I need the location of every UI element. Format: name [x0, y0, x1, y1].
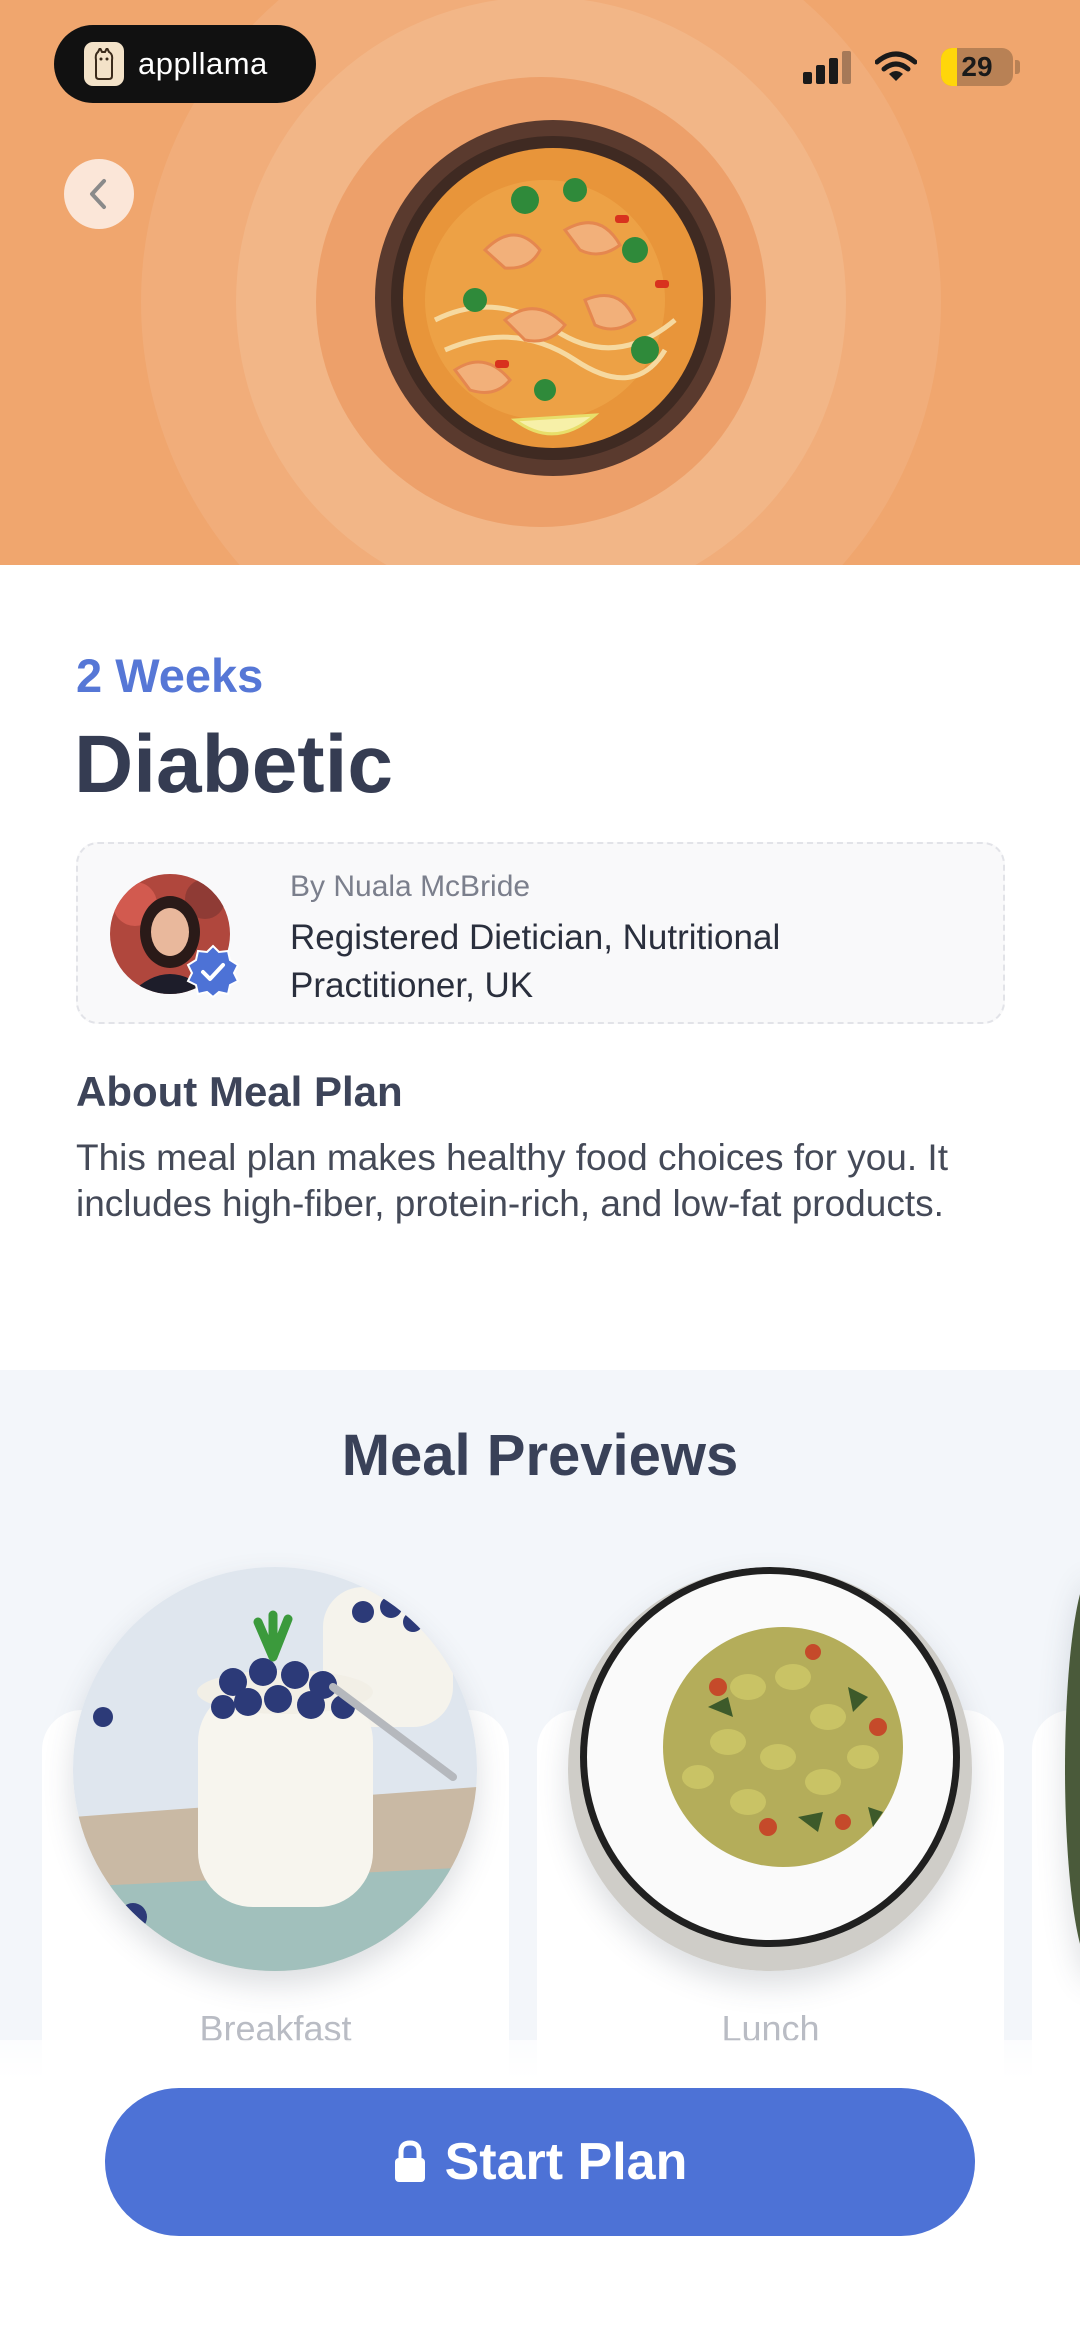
- author-card[interactable]: By Nuala McBride Registered Dietician, N…: [76, 842, 1005, 1024]
- brand-name: appllama: [138, 46, 268, 81]
- start-plan-button[interactable]: Start Plan: [105, 2088, 975, 2236]
- wifi-icon: [875, 51, 917, 81]
- plan-title: Diabetic: [74, 719, 393, 810]
- author-credentials: Registered Dietician, Nutritional Practi…: [290, 918, 781, 1005]
- battery-level: 29: [961, 51, 993, 82]
- verified-badge-icon: [186, 944, 240, 998]
- gnocchi-bowl-image: [568, 1567, 972, 1971]
- about-heading: About Meal Plan: [76, 1068, 403, 1115]
- shrimp-curry-bowl-image: [375, 120, 731, 476]
- hero-banner: appllama 29: [0, 0, 1080, 565]
- plan-duration: 2 Weeks: [76, 649, 264, 702]
- brand-badge: appllama: [54, 25, 316, 103]
- battery-indicator: 29: [941, 48, 1013, 86]
- chevron-left-icon: [90, 179, 106, 209]
- back-button[interactable]: [64, 159, 134, 229]
- battery-fill: [941, 48, 957, 86]
- author-name: By Nuala McBride: [290, 870, 531, 903]
- status-bar: 29: [803, 48, 1020, 86]
- about-description: This meal plan makes healthy food choice…: [76, 1137, 948, 1224]
- blueberry-yogurt-image: [73, 1567, 477, 1971]
- llama-logo-icon: [84, 42, 124, 86]
- meal-previews-title: Meal Previews: [341, 1423, 739, 1488]
- start-plan-label: Start Plan: [444, 2133, 688, 2191]
- cellular-signal-icon: [803, 50, 851, 84]
- lock-icon: [394, 2140, 425, 2182]
- battery-tip: [1015, 60, 1020, 74]
